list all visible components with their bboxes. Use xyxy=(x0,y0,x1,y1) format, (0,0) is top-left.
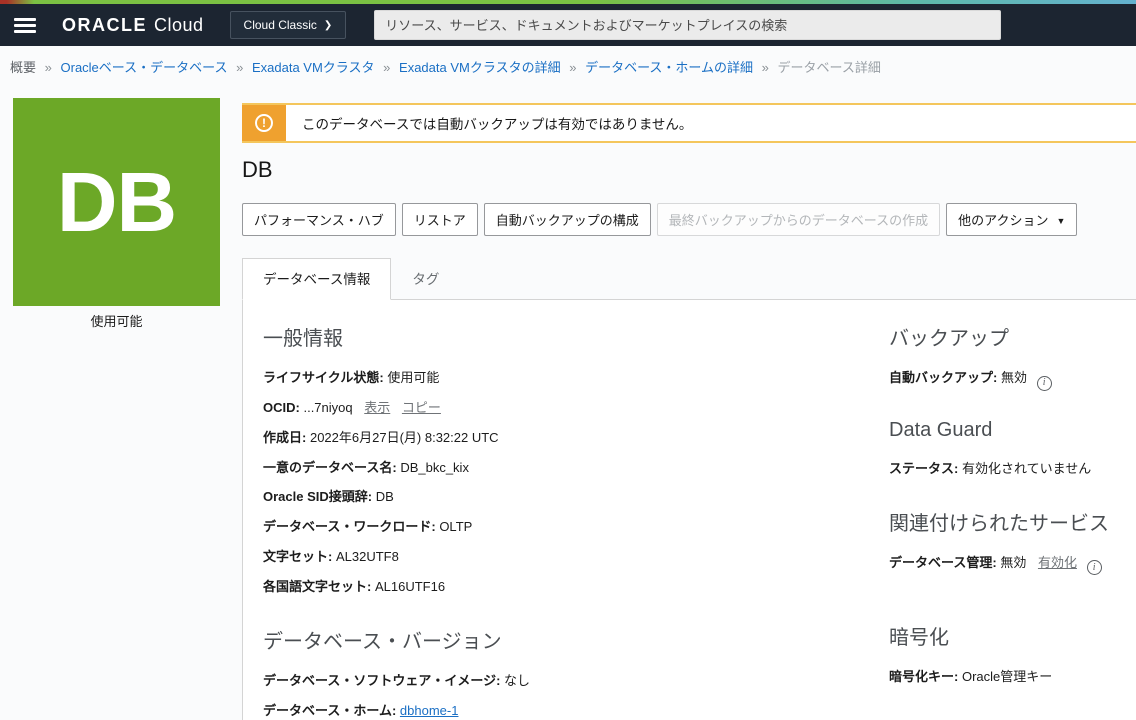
global-search-input[interactable] xyxy=(374,10,1001,40)
field-value: DB_bkc_kix xyxy=(400,460,469,475)
caret-down-icon: ▼ xyxy=(1057,216,1066,226)
field-label: 自動バックアップ: xyxy=(889,370,997,385)
field-value: 無効 xyxy=(1001,370,1027,385)
field-auto-backup: 自動バックアップ: 無効 i xyxy=(889,369,1136,391)
field-value: 2022年6月27日(月) 8:32:22 UTC xyxy=(310,430,499,445)
breadcrumb-item-overview[interactable]: 概要 xyxy=(10,60,36,75)
field-value: 有効化されていません xyxy=(962,461,1091,476)
field-character-set: 文字セット: AL32UTF8 xyxy=(263,548,889,567)
restore-button[interactable]: リストア xyxy=(402,203,478,236)
breadcrumb-separator: » xyxy=(45,60,52,75)
field-ocid: OCID: ...7niyoq 表示 コピー xyxy=(263,399,889,418)
field-value: 使用可能 xyxy=(387,370,439,385)
field-label: 一意のデータベース名: xyxy=(263,460,397,475)
breadcrumb-separator: » xyxy=(762,60,769,75)
field-label: 暗号化キー: xyxy=(889,669,958,684)
encryption-heading: 暗号化 xyxy=(889,621,1136,650)
associated-services-heading: 関連付けられたサービス xyxy=(889,507,1136,536)
configure-auto-backup-button[interactable]: 自動バックアップの構成 xyxy=(484,203,651,236)
ocid-copy-link[interactable]: コピー xyxy=(402,400,441,415)
breadcrumb-item-db-home-details[interactable]: データベース・ホームの詳細 xyxy=(585,60,753,75)
field-label: 作成日: xyxy=(263,430,306,445)
general-information-column: 一般情報 ライフサイクル状態: 使用可能 OCID: ...7niyoq 表示 … xyxy=(263,314,889,720)
warning-banner: ! このデータベースでは自動バックアップは有効ではありません。 xyxy=(242,103,1136,143)
field-value: 無効 xyxy=(1000,555,1026,570)
field-value: なし xyxy=(504,673,530,688)
breadcrumb-item-exadata-vm-cluster-details[interactable]: Exadata VMクラスタの詳細 xyxy=(399,60,561,75)
field-value: AL16UTF16 xyxy=(375,579,445,594)
field-unique-database-name: 一意のデータベース名: DB_bkc_kix xyxy=(263,459,889,478)
database-resource-tile: DB xyxy=(13,98,220,306)
info-icon[interactable]: i xyxy=(1087,560,1102,575)
warning-icon-box: ! xyxy=(242,105,286,141)
field-label: データベース管理: xyxy=(889,555,997,570)
field-lifecycle-state: ライフサイクル状態: 使用可能 xyxy=(263,369,889,388)
field-national-character-set: 各国語文字セット: AL16UTF16 xyxy=(263,578,889,597)
field-database-workload: データベース・ワークロード: OLTP xyxy=(263,518,889,537)
backup-heading: バックアップ xyxy=(889,322,1136,351)
breadcrumb-item-base-database[interactable]: Oracleベース・データベース xyxy=(61,60,228,75)
field-encryption-key: 暗号化キー: Oracle管理キー xyxy=(889,668,1136,687)
tab-bar: データベース情報 タグ xyxy=(242,258,1136,300)
oracle-cloud-logo[interactable]: ORACLE Cloud xyxy=(62,15,204,36)
chevron-right-icon: ❯ xyxy=(324,20,332,31)
main-content: ! このデータベースでは自動バックアップは有効ではありません。 DB パフォーマ… xyxy=(242,103,1136,720)
database-version-heading: データベース・バージョン xyxy=(263,625,889,654)
field-database-home: データベース・ホーム: dbhome-1 xyxy=(263,702,889,720)
info-icon[interactable]: i xyxy=(1037,376,1052,391)
more-actions-button[interactable]: 他のアクション ▼ xyxy=(946,203,1077,236)
breadcrumb-separator: » xyxy=(569,60,576,75)
performance-hub-button[interactable]: パフォーマンス・ハブ xyxy=(242,203,396,236)
database-home-link[interactable]: dbhome-1 xyxy=(400,703,459,718)
breadcrumb-item-database-details: データベース詳細 xyxy=(778,60,881,75)
data-guard-heading: Data Guard xyxy=(889,419,1136,442)
field-oracle-sid-prefix: Oracle SID接頭辞: DB xyxy=(263,488,889,507)
action-button-row: パフォーマンス・ハブ リストア 自動バックアップの構成 最終バックアップからのデ… xyxy=(242,203,1136,236)
field-database-management: データベース管理: 無効 有効化 i xyxy=(889,554,1136,576)
field-label: Oracle SID接頭辞: xyxy=(263,489,372,504)
field-label: データベース・ホーム: xyxy=(263,703,396,718)
breadcrumb-separator: » xyxy=(383,60,390,75)
more-actions-label: 他のアクション xyxy=(958,213,1048,228)
cloud-classic-button[interactable]: Cloud Classic ❯ xyxy=(230,11,347,39)
logo-oracle-text: ORACLE xyxy=(62,15,147,36)
field-label: 各国語文字セット: xyxy=(263,579,371,594)
enable-db-management-link[interactable]: 有効化 xyxy=(1038,555,1077,570)
create-db-from-last-backup-button: 最終バックアップからのデータベースの作成 xyxy=(657,203,940,236)
breadcrumb: 概要 » Oracleベース・データベース » Exadata VMクラスタ »… xyxy=(0,46,1136,86)
summary-column: バックアップ 自動バックアップ: 無効 i Data Guard ステータス: … xyxy=(889,314,1136,720)
field-label: データベース・ソフトウェア・イメージ: xyxy=(263,673,500,688)
lifecycle-status-text: 使用可能 xyxy=(13,311,220,330)
field-value: Oracle管理キー xyxy=(962,669,1052,684)
general-info-heading: 一般情報 xyxy=(263,322,889,351)
database-information-panel: 一般情報 ライフサイクル状態: 使用可能 OCID: ...7niyoq 表示 … xyxy=(242,300,1136,720)
top-navigation-bar: ORACLE Cloud Cloud Classic ❯ xyxy=(0,4,1136,46)
field-value: DB xyxy=(376,489,394,504)
field-database-software-image: データベース・ソフトウェア・イメージ: なし xyxy=(263,672,889,691)
field-value: ...7niyoq xyxy=(303,400,352,415)
tab-database-information[interactable]: データベース情報 xyxy=(242,258,391,300)
breadcrumb-item-exadata-vm-cluster[interactable]: Exadata VMクラスタ xyxy=(252,60,375,75)
tab-tags[interactable]: タグ xyxy=(391,258,460,299)
field-label: 文字セット: xyxy=(263,549,332,564)
breadcrumb-separator: » xyxy=(236,60,243,75)
field-value: AL32UTF8 xyxy=(336,549,399,564)
warning-icon: ! xyxy=(255,114,273,132)
hamburger-menu-icon[interactable] xyxy=(14,18,36,33)
page-title: DB xyxy=(242,157,1136,183)
field-created-date: 作成日: 2022年6月27日(月) 8:32:22 UTC xyxy=(263,429,889,448)
ocid-show-link[interactable]: 表示 xyxy=(364,400,390,415)
cloud-classic-label: Cloud Classic xyxy=(244,18,317,32)
field-label: OCID: xyxy=(263,400,300,415)
field-label: ステータス: xyxy=(889,461,958,476)
field-label: データベース・ワークロード: xyxy=(263,519,436,534)
tile-db-label: DB xyxy=(57,154,176,251)
field-dataguard-status: ステータス: 有効化されていません xyxy=(889,460,1136,479)
logo-cloud-text: Cloud xyxy=(154,15,204,36)
field-value: OLTP xyxy=(439,519,472,534)
field-label: ライフサイクル状態: xyxy=(263,370,384,385)
warning-banner-message: このデータベースでは自動バックアップは有効ではありません。 xyxy=(286,105,692,141)
